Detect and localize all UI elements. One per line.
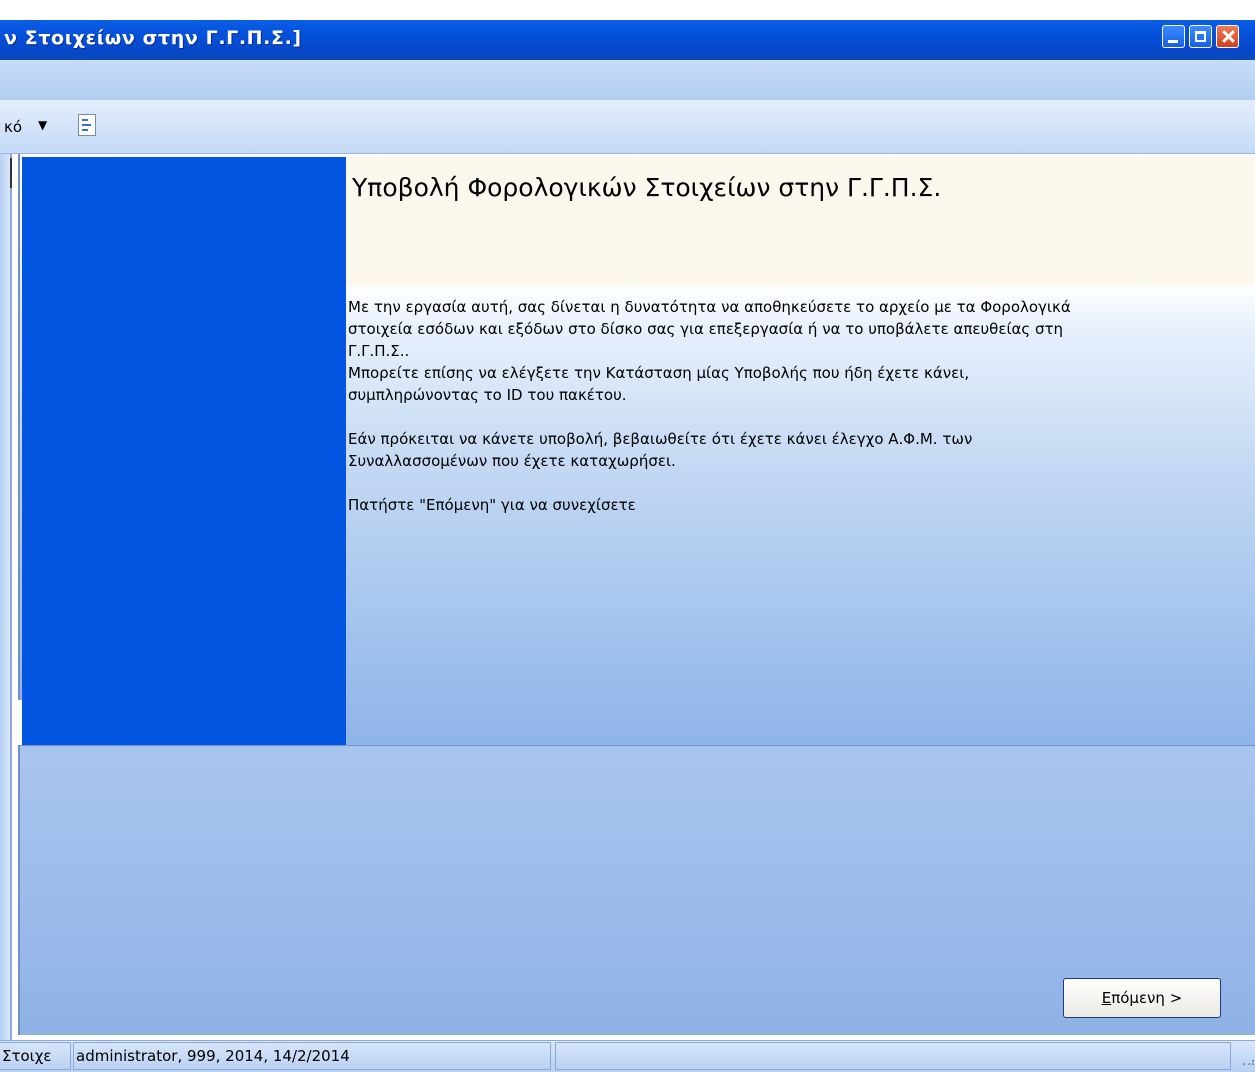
wizard-title: Υποβολή Φορολογικών Στοιχείων στην Γ.Γ.Π… <box>352 173 942 202</box>
window-title: ν Στοιχείων στην Γ.Γ.Π.Σ.] <box>4 27 302 49</box>
chevron-down-icon[interactable]: ▼ <box>38 118 47 132</box>
description-line <box>348 406 1248 428</box>
description-line: Πατήστε "Επόμενη" για να συνεχίσετε <box>348 496 636 514</box>
toolbar <box>0 100 1255 154</box>
description-line: στοιχεία εσόδων και εξόδων στο δίσκο σας… <box>348 320 1064 338</box>
wizard-description: Με την εργασία αυτή, σας δίνεται η δυνατ… <box>348 296 1248 516</box>
description-line: Συναλλασσομένων που έχετε καταχωρήσει. <box>348 452 676 470</box>
description-line: Γ.Γ.Π.Σ.. <box>348 342 410 360</box>
description-line: Με την εργασία αυτή, σας δίνεται η δυνατ… <box>348 298 1071 316</box>
next-button[interactable]: Επόμενη > <box>1063 978 1221 1018</box>
toolbar-dropdown-label[interactable]: κό <box>4 118 22 136</box>
left-dock-edge <box>0 154 12 1044</box>
maximize-button[interactable] <box>1189 25 1212 48</box>
minimize-icon <box>1168 40 1178 43</box>
status-cell-info <box>555 1042 1231 1070</box>
description-line: συμπληρώνοντας το ID του πακέτου. <box>348 386 627 404</box>
menu-bar <box>0 60 1255 100</box>
left-dock-marker <box>10 158 12 188</box>
minimize-button[interactable] <box>1162 25 1185 48</box>
maximize-icon <box>1195 31 1206 42</box>
description-line: Μπορείτε επίσης να ελέγξετε την Κατάστασ… <box>348 364 970 382</box>
wizard-side-banner <box>22 157 346 745</box>
description-line: Εάν πρόκειται να κάνετε υποβολή, βεβαιωθ… <box>348 430 973 448</box>
next-button-label: πόμενη > <box>1111 989 1183 1007</box>
status-cell-module: Στοιχε <box>0 1042 71 1070</box>
description-line <box>348 472 1248 494</box>
status-cell-session: administrator, 999, 2014, 14/2/2014 <box>73 1042 551 1070</box>
next-button-mnemonic: Ε <box>1101 989 1112 1007</box>
close-button[interactable] <box>1216 25 1239 48</box>
document-icon[interactable] <box>78 114 96 136</box>
resize-grip-icon[interactable]: ⠠⠴ <box>1238 1056 1255 1070</box>
